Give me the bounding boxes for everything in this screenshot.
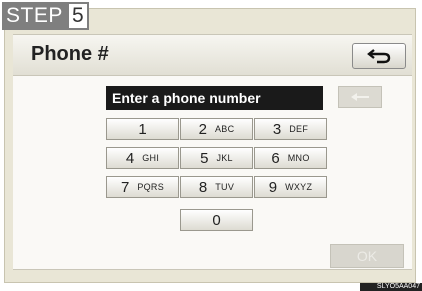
key-8[interactable]: 8 TUV (180, 176, 253, 198)
phone-number-field[interactable]: Enter a phone number (106, 86, 323, 110)
key-3[interactable]: 3 DEF (254, 118, 327, 140)
step-badge: STEP 5 (2, 2, 89, 30)
key-digit: 1 (138, 120, 147, 138)
back-arrow-icon (367, 49, 391, 64)
key-digit: 8 (198, 178, 208, 196)
step-number: 5 (66, 2, 89, 30)
page-title: Phone # (31, 43, 109, 65)
image-code: SLYO5AA047 (360, 283, 422, 291)
backspace-arrow-icon (351, 93, 369, 101)
key-6[interactable]: 6 MNO (254, 147, 327, 169)
key-digit: 4 (125, 149, 135, 167)
key-5[interactable]: 5 JKL (180, 147, 253, 169)
back-button[interactable] (352, 43, 406, 69)
key-1[interactable]: 1 (106, 118, 179, 140)
key-2[interactable]: 2 ABC (180, 118, 253, 140)
key-letters: MNO (287, 153, 310, 163)
key-letters: PQRS (137, 182, 165, 192)
ok-button[interactable]: OK (330, 244, 404, 268)
key-0[interactable]: 0 (180, 209, 253, 231)
key-9[interactable]: 9 WXYZ (254, 176, 327, 198)
key-digit: 9 (268, 178, 278, 196)
step-label: STEP (2, 2, 67, 30)
key-digit: 3 (272, 120, 282, 138)
key-digit: 7 (120, 178, 130, 196)
key-letters: WXYZ (285, 182, 313, 192)
key-digit: 6 (271, 149, 280, 167)
key-digit: 5 (200, 149, 209, 167)
key-letters: GHI (142, 153, 160, 163)
key-digit: 0 (212, 211, 221, 229)
key-letters: TUV (215, 182, 235, 192)
key-letters: DEF (289, 124, 309, 134)
key-4[interactable]: 4 GHI (106, 147, 179, 169)
delete-button[interactable] (338, 86, 382, 108)
key-letters: ABC (214, 124, 235, 134)
key-letters: JKL (216, 153, 233, 163)
key-7[interactable]: 7 PQRS (106, 176, 179, 198)
header-bar: Phone # (13, 34, 412, 76)
key-digit: 2 (198, 120, 207, 138)
